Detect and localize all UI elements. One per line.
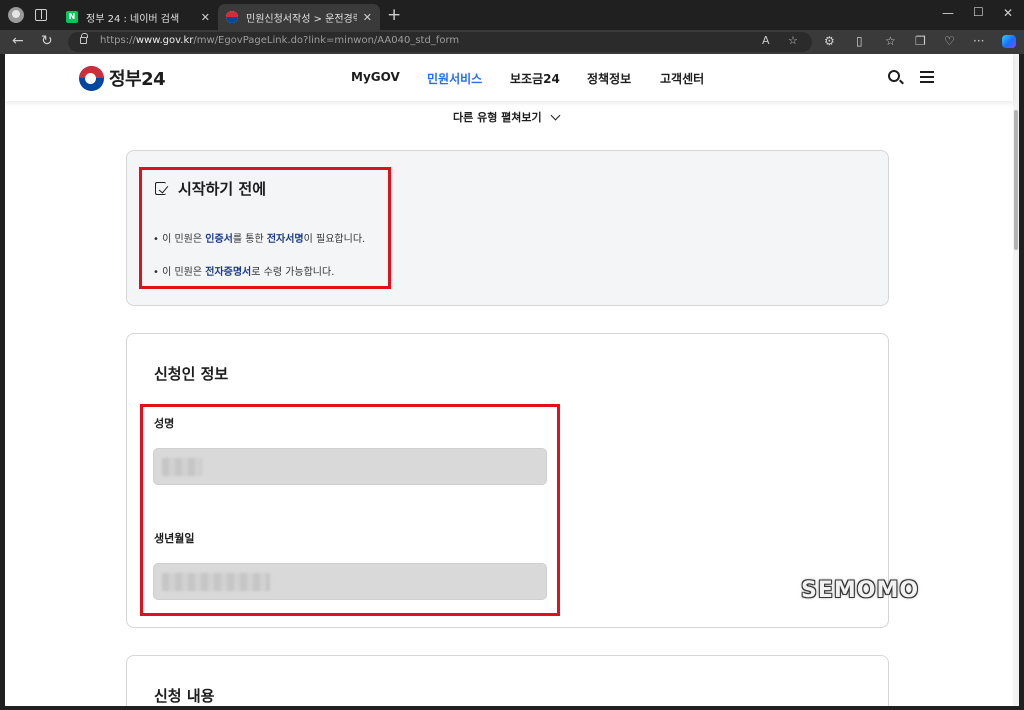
chevron-down-icon <box>550 110 561 120</box>
application-content-card <box>126 655 889 706</box>
taegeuk-logo-icon <box>79 65 104 91</box>
read-aloud-icon[interactable]: A <box>762 34 770 47</box>
browser-toolbar: ← ↻ https://www.gov.kr/mw/EgovPageLink.d… <box>0 30 1024 54</box>
tab-title: 민원신청서작성 > 운전경력증명 <box>246 13 357 25</box>
highlight-box <box>139 167 391 289</box>
address-bar[interactable]: https://www.gov.kr/mw/EgovPageLink.do?li… <box>68 32 812 52</box>
new-tab-icon[interactable]: + <box>387 5 401 25</box>
tab-title: 정부 24 : 네이버 검색 <box>86 13 180 25</box>
search-icon[interactable] <box>888 70 900 82</box>
expand-link-label: 다른 유형 펼쳐보기 <box>453 111 542 124</box>
browser-tab-naver[interactable]: N 정부 24 : 네이버 검색 ✕ <box>58 4 218 30</box>
web-page: 정부24 MyGOV 민원서비스 보조금24 정책정보 고객센터 다른 유형 펼… <box>5 54 1019 706</box>
window-close-icon[interactable]: ✕ <box>1003 6 1013 20</box>
highlight-box <box>140 404 560 616</box>
more-options-icon[interactable]: ··· <box>973 34 984 48</box>
browser-tab-gov24[interactable]: 민원신청서작성 > 운전경력증명 ✕ <box>218 4 380 30</box>
url-text: https://www.gov.kr/mw/EgovPageLink.do?li… <box>100 35 460 46</box>
extensions-icon[interactable]: ⚙ <box>824 34 835 48</box>
application-content-title: 신청 내용 <box>154 687 215 705</box>
watermark-text: SEMOMO <box>801 578 920 603</box>
gov24-icon <box>226 11 238 23</box>
favorite-star-icon[interactable]: ☆ <box>788 34 798 47</box>
collections-icon[interactable]: ❐ <box>915 34 926 48</box>
close-icon[interactable]: ✕ <box>201 11 210 24</box>
scrollbar-thumb[interactable] <box>1014 110 1018 250</box>
page-scrollbar[interactable] <box>1013 54 1019 706</box>
logo-text: 정부24 <box>109 69 166 90</box>
copilot-icon[interactable] <box>1002 35 1016 48</box>
nav-mygov[interactable]: MyGOV <box>351 70 400 84</box>
favorites-icon[interactable]: ☆ <box>885 34 896 48</box>
performance-icon[interactable]: ♡ <box>944 34 955 48</box>
maximize-icon[interactable]: ☐ <box>973 5 984 19</box>
nav-customer-center[interactable]: 고객센터 <box>660 70 704 87</box>
browser-tab-strip: N 정부 24 : 네이버 검색 ✕ 민원신청서작성 > 운전경력증명 ✕ + … <box>0 0 1024 30</box>
applicant-info-title: 신청인 정보 <box>154 365 229 383</box>
expand-other-types-link[interactable]: 다른 유형 펼쳐보기 <box>453 109 561 125</box>
minimize-icon[interactable]: — <box>942 6 954 20</box>
tab-actions-icon[interactable] <box>35 9 47 21</box>
lock-icon <box>80 33 88 44</box>
site-header: 정부24 MyGOV 민원서비스 보조금24 정책정보 고객센터 <box>5 54 1013 101</box>
close-icon[interactable]: ✕ <box>363 11 372 24</box>
nav-policy-info[interactable]: 정책정보 <box>587 70 631 87</box>
split-screen-icon[interactable]: ▯ <box>856 34 863 48</box>
nav-subsidy24[interactable]: 보조금24 <box>510 70 560 87</box>
profile-avatar-icon[interactable] <box>8 7 24 23</box>
gov24-logo[interactable]: 정부24 <box>79 65 166 91</box>
refresh-icon[interactable]: ↻ <box>41 33 53 49</box>
nav-civil-service[interactable]: 민원서비스 <box>427 70 482 87</box>
naver-icon: N <box>66 11 78 23</box>
back-icon[interactable]: ← <box>12 33 24 49</box>
hamburger-menu-icon[interactable] <box>920 71 934 83</box>
